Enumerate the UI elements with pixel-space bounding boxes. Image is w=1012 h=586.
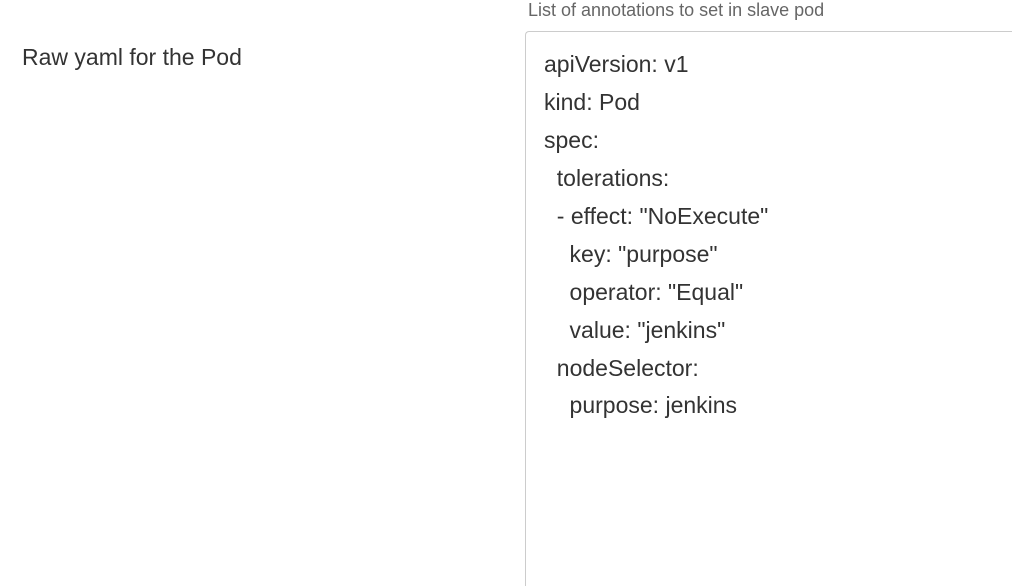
label-column: Raw yaml for the Pod <box>0 0 525 586</box>
form-container: Raw yaml for the Pod List of annotations… <box>0 0 1012 586</box>
annotations-help-text: List of annotations to set in slave pod <box>525 0 1012 21</box>
yaml-textarea[interactable] <box>525 31 1012 586</box>
yaml-field-label: Raw yaml for the Pod <box>22 44 525 71</box>
input-column: List of annotations to set in slave pod <box>525 0 1012 586</box>
